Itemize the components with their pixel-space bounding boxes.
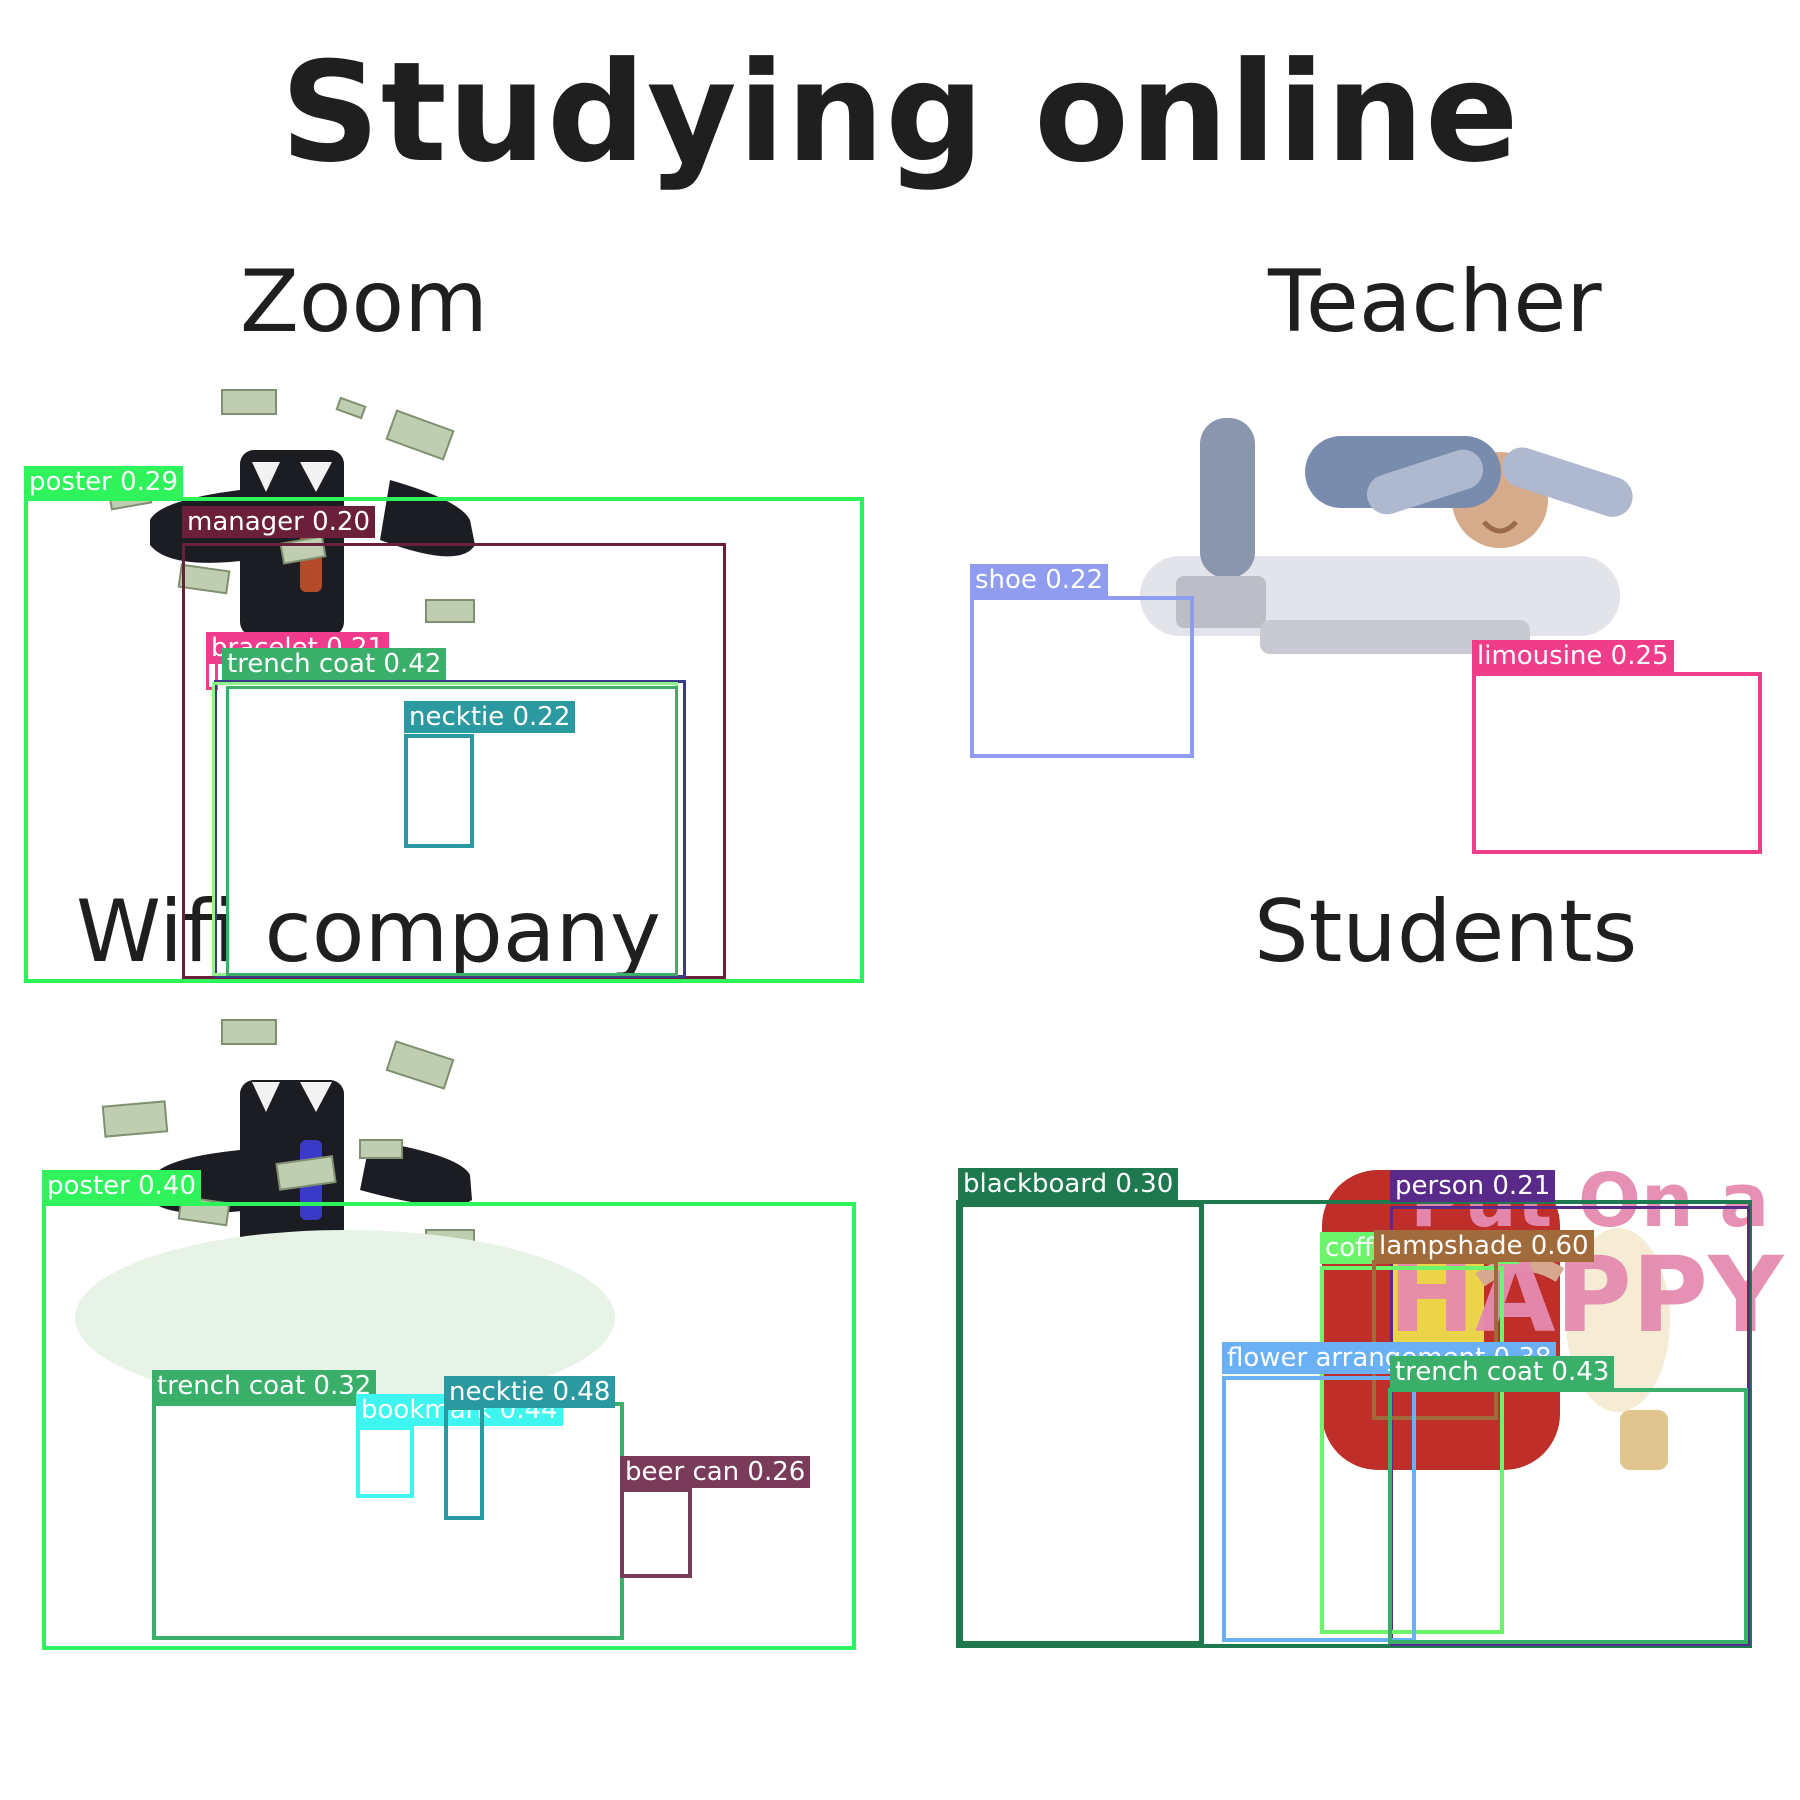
detection-label-blackboard: blackboard 0.30 <box>958 1168 1179 1200</box>
detection-box-limousine <box>1472 672 1762 854</box>
detection-box-shoe <box>970 596 1194 758</box>
detection-box-necktie <box>404 734 474 848</box>
detection-box-blackboard <box>958 1202 1204 1646</box>
detection-label-necktie: necktie 0.22 <box>404 701 576 733</box>
detection-box-trench-coat <box>1388 1388 1748 1644</box>
detection-label-trench-coat: trench coat 0.43 <box>1390 1356 1615 1388</box>
detection-label-poster: poster 0.29 <box>24 466 183 498</box>
detection-box-flower-arrangement <box>1222 1376 1416 1642</box>
detection-label-manager: manager 0.20 <box>182 506 376 538</box>
detection-label-trench-coat: trench coat 0.42 <box>222 648 447 680</box>
detection-box-beer-can <box>620 1488 692 1578</box>
detection-label-necktie: necktie 0.48 <box>444 1376 616 1408</box>
page-title: Studying online <box>280 32 1520 193</box>
detection-label-poster: poster 0.40 <box>42 1170 201 1202</box>
sleeping-teacher-icon <box>1140 418 1633 654</box>
detection-label-beer-can: beer can 0.26 <box>620 1456 811 1488</box>
detection-label-lampshade: lampshade 0.60 <box>1374 1230 1594 1262</box>
panel-heading-students: Students <box>1254 882 1638 982</box>
detection-label-trench-coat: trench coat 0.32 <box>152 1370 377 1402</box>
panel-heading-teacher: Teacher <box>1268 252 1602 352</box>
detection-box-necktie <box>444 1406 484 1520</box>
detection-label-shoe: shoe 0.22 <box>970 564 1109 596</box>
detection-box-bookmark <box>356 1426 414 1498</box>
detection-label-limousine: limousine 0.25 <box>1472 640 1674 672</box>
detection-label-person: person 0.21 <box>1390 1170 1556 1202</box>
panel-heading-zoom: Zoom <box>240 252 488 352</box>
